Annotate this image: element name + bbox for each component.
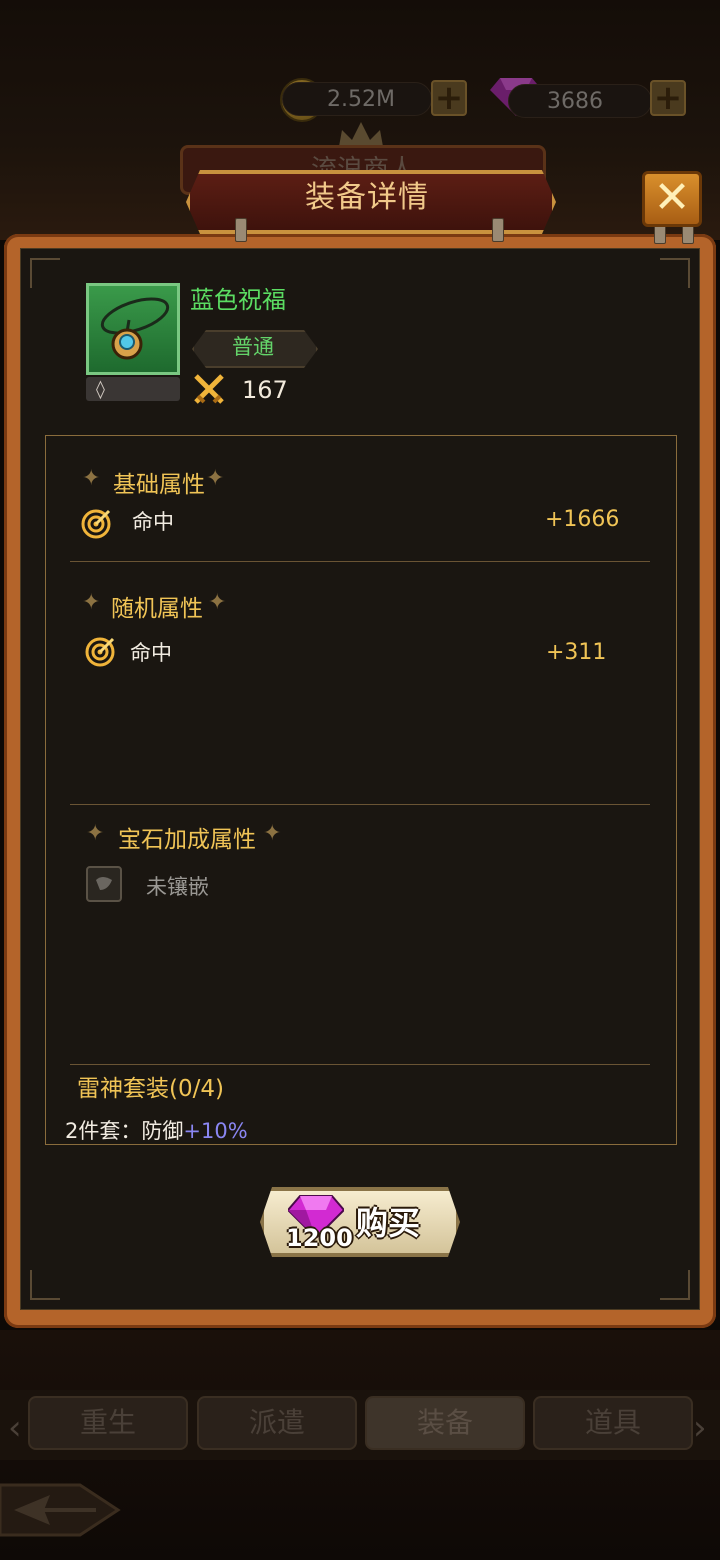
section-divider: [70, 561, 650, 562]
gem-amount: 3686: [547, 89, 603, 114]
sparkle-icon: ✦: [86, 821, 105, 846]
item-name: 蓝色祝福: [190, 286, 286, 314]
attr-value: +311: [546, 640, 607, 665]
chevron-left-icon[interactable]: ‹: [8, 1408, 22, 1448]
banner-peg: [492, 218, 504, 242]
close-button[interactable]: ✕: [642, 171, 702, 227]
sparkle-icon: ✦: [263, 821, 282, 846]
corner-ornament: [30, 1270, 60, 1300]
set-bonus: 2件套：防御+10%: [65, 1115, 248, 1145]
power-value: 167: [242, 376, 288, 404]
gem-slot[interactable]: [86, 866, 122, 902]
tab-label: 派遣: [248, 1406, 305, 1439]
set-bonus-value: +10%: [183, 1119, 248, 1143]
add-gold-button[interactable]: +: [431, 80, 467, 116]
empty-gem-icon: [96, 877, 112, 890]
set-title: 雷神套装(0/4): [77, 1076, 224, 1102]
corner-ornament: [660, 1270, 690, 1300]
close-icon: ✕: [653, 172, 691, 223]
buy-label: 购买: [356, 1204, 421, 1242]
section-divider: [70, 1064, 650, 1065]
target-icon: [85, 637, 115, 667]
corner-ornament: [30, 258, 60, 288]
tab-label: 重生: [79, 1406, 136, 1439]
buy-price: 1200: [286, 1224, 353, 1252]
gem-empty-label: 未镶嵌: [146, 875, 209, 899]
sparkle-icon: ✦: [208, 590, 227, 615]
tab-label: 道具: [584, 1406, 641, 1439]
sparkle-icon: ✦: [82, 466, 101, 491]
gem-counter: 3686: [508, 84, 652, 118]
chevron-right-icon[interactable]: ›: [693, 1408, 707, 1448]
tab-items[interactable]: 道具: [533, 1396, 693, 1450]
set-bonus-label: 2件套：防御: [65, 1119, 184, 1143]
gold-counter: 2.52M: [282, 82, 432, 116]
corner-ornament: [660, 258, 690, 288]
attr-label: 命中: [132, 510, 174, 534]
add-gems-button[interactable]: +: [650, 80, 686, 116]
back-arrow-icon[interactable]: [0, 1465, 122, 1555]
crossed-swords-icon: [194, 374, 224, 404]
attribute-panel: [45, 435, 677, 1145]
rarity-label: 普通: [232, 335, 274, 359]
tab-label: 装备: [416, 1406, 473, 1439]
sparkle-icon: ✦: [82, 590, 101, 615]
necklace-icon: [100, 297, 170, 360]
target-icon: [81, 509, 111, 539]
item-icon-frame: [86, 283, 180, 375]
base-attr-title: 基础属性: [113, 472, 205, 498]
tab-rebirth[interactable]: 重生: [28, 1396, 188, 1450]
section-divider: [70, 804, 650, 805]
socket-diamond-icon: ◊: [96, 379, 105, 400]
banner-peg: [235, 218, 247, 242]
random-attr-title: 随机属性: [111, 596, 203, 622]
attr-value: +1666: [545, 507, 620, 532]
gem-attr-title: 宝石加成属性: [118, 827, 256, 853]
attr-label: 命中: [130, 641, 172, 665]
sparkle-icon: ✦: [206, 466, 225, 491]
tab-dispatch[interactable]: 派遣: [197, 1396, 357, 1450]
tab-equipment[interactable]: 装备: [365, 1396, 525, 1450]
gold-amount: 2.52M: [327, 87, 395, 112]
